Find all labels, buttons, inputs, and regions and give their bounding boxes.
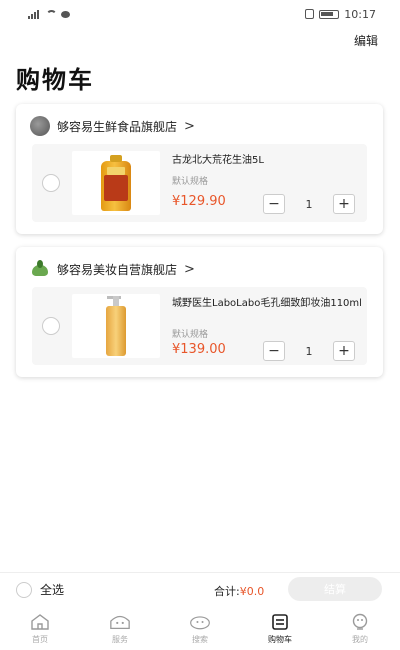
product-name[interactable]: 古龙北大荒花生油5L xyxy=(172,154,362,168)
tab-label: 购物车 xyxy=(268,635,292,644)
checkout-bar: 全选 合计:¥0.0 结算 xyxy=(0,572,400,606)
status-time: 10:17 xyxy=(344,7,376,21)
chevron-right-icon: > xyxy=(184,261,195,277)
chevron-right-icon: > xyxy=(184,118,195,134)
search-icon xyxy=(189,612,211,632)
tab-service[interactable]: 服务 xyxy=(80,606,160,650)
bottom-tab-bar: 首页 服务 搜索 购物车 我的 xyxy=(0,606,400,650)
quantity-stepper: − 1 + xyxy=(263,194,355,214)
product-image[interactable] xyxy=(72,294,160,358)
tab-home[interactable]: 首页 xyxy=(0,606,80,650)
increase-button[interactable]: + xyxy=(333,341,355,361)
store-card: 够容易美妆自营旗舰店 > 城野医生LaboLabo毛孔细致卸妆油110ml 默认… xyxy=(16,247,383,377)
product-spec: 默认规格 xyxy=(172,330,209,340)
wifi-icon xyxy=(46,10,57,18)
store-logo-icon xyxy=(30,116,50,136)
store-name: 够容易生鲜食品旗舰店 xyxy=(57,119,178,134)
tab-cart[interactable]: 购物车 xyxy=(240,606,320,650)
decrease-button[interactable]: − xyxy=(263,341,285,361)
cart-icon xyxy=(269,612,291,632)
checkout-button[interactable]: 结算 xyxy=(288,577,382,601)
vibrate-icon xyxy=(305,9,315,19)
store-card: 够容易生鲜食品旗舰店 > 古龙北大荒花生油5L 默认规格 ¥129.90 − 1… xyxy=(16,104,383,234)
status-icons-right: 10:17 xyxy=(305,8,376,21)
cart-item[interactable]: 城野医生LaboLabo毛孔细致卸妆油110ml 默认规格 ¥139.00 − … xyxy=(32,287,367,365)
product-spec: 默认规格 xyxy=(172,177,209,187)
increase-button[interactable]: + xyxy=(333,194,355,214)
cart-item[interactable]: 古龙北大荒花生油5L 默认规格 ¥129.90 − 1 + xyxy=(32,144,367,222)
store-header-link[interactable]: 够容易美妆自营旗舰店 > xyxy=(30,259,195,279)
store-name: 够容易美妆自营旗舰店 xyxy=(57,262,178,277)
page-title: 购物车 xyxy=(16,66,94,94)
item-select-radio[interactable] xyxy=(42,174,60,192)
tab-label: 首页 xyxy=(32,635,48,644)
select-all-label: 全选 xyxy=(40,583,65,597)
tab-search[interactable]: 搜索 xyxy=(160,606,240,650)
signal-icon xyxy=(28,9,42,19)
quantity-value: 1 xyxy=(305,344,313,358)
battery-icon xyxy=(319,9,340,19)
product-image[interactable] xyxy=(72,151,160,215)
store-logo-icon xyxy=(30,259,50,279)
profile-icon xyxy=(349,612,371,632)
tab-label: 服务 xyxy=(112,635,128,644)
status-bar: 10:17 xyxy=(0,0,400,28)
tab-profile[interactable]: 我的 xyxy=(320,606,400,650)
edit-button[interactable]: 编辑 xyxy=(354,32,378,49)
product-price: ¥139.00 xyxy=(172,342,226,357)
product-name[interactable]: 城野医生LaboLabo毛孔细致卸妆油110ml xyxy=(172,297,362,311)
oil-bottle-image xyxy=(101,155,131,211)
decrease-button[interactable]: − xyxy=(263,194,285,214)
item-select-radio[interactable] xyxy=(42,317,60,335)
total-price: 合计:¥0.0 xyxy=(214,583,264,599)
total-amount: ¥0.0 xyxy=(239,585,265,598)
product-price: ¥129.90 xyxy=(172,194,226,209)
pump-bottle-image xyxy=(103,296,129,356)
store-header-link[interactable]: 够容易生鲜食品旗舰店 > xyxy=(30,116,195,136)
quantity-stepper: − 1 + xyxy=(263,341,355,361)
quantity-value: 1 xyxy=(305,197,313,211)
home-icon xyxy=(29,612,51,632)
select-all-toggle[interactable]: 全选 xyxy=(16,581,64,598)
message-icon xyxy=(61,10,70,18)
service-icon xyxy=(109,612,131,632)
status-icons-left xyxy=(28,9,70,19)
tab-label: 我的 xyxy=(352,635,368,644)
total-label: 合计: xyxy=(214,585,240,598)
select-all-radio[interactable] xyxy=(16,581,32,598)
tab-label: 搜索 xyxy=(192,635,208,644)
